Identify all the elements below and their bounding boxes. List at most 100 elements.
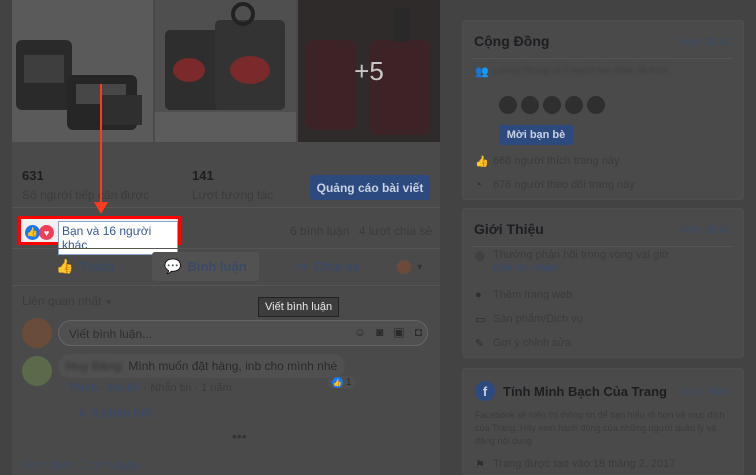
- like-badge-icon: 👍: [332, 377, 343, 388]
- about-divider: [473, 246, 733, 247]
- comment-button[interactable]: 💬 Bình luận: [152, 252, 259, 281]
- community-title: Cộng Đồng: [474, 33, 550, 49]
- friend-avatar[interactable]: [587, 96, 605, 114]
- engagement-label: Lượt tương tác: [192, 188, 274, 202]
- post-photo-3[interactable]: +5: [298, 0, 440, 142]
- reactions-bar: 👍 ♥ Bạn và 16 người khác 6 bình luận 4 l…: [12, 210, 440, 255]
- messenger-icon: ◎: [475, 250, 485, 262]
- comments-count-link[interactable]: 6 bình luận: [290, 224, 349, 238]
- view-more-comments-link[interactable]: Xem thêm 1 bình luận: [22, 458, 139, 472]
- category-row: ▭ Sản phẩm/Dịch vụ: [475, 313, 733, 326]
- user-avatar: [22, 318, 52, 348]
- transparency-card: f Tính Minh Bạch Của Trang Xem thêm Face…: [462, 368, 744, 475]
- add-website-link[interactable]: Thêm trang web: [493, 289, 572, 301]
- thumbs-up-icon: 👍: [475, 156, 489, 168]
- pencil-icon: ✎: [475, 338, 485, 350]
- share-button[interactable]: ↪ Chia sẻ: [296, 258, 360, 275]
- friend-avatar[interactable]: [521, 96, 539, 114]
- view-replies-link[interactable]: ↳ 3 phản hồi: [78, 406, 151, 420]
- page-likes-row: 👍 668 người thích trang này: [475, 155, 733, 168]
- comment-bubble: Huy Đăng Mình muốn đặt hàng, inb cho mìn…: [58, 354, 346, 378]
- comment-like-number: 1: [346, 377, 352, 388]
- comment-like-count[interactable]: 👍 1: [328, 376, 356, 389]
- website-row: ● Thêm trang web: [475, 289, 733, 301]
- engagement-stat: 141 Lượt tương tác: [192, 168, 273, 202]
- comment-placeholder: Viết bình luận...: [69, 327, 153, 341]
- comment-composer: Viết bình luận... ☺ ◙ ▣ ◘: [22, 318, 432, 348]
- commenter-name[interactable]: Huy Đăng: [66, 359, 122, 373]
- photo-grid: +5: [12, 0, 440, 142]
- page-follows-text[interactable]: 676 người theo dõi trang này: [493, 179, 635, 191]
- category-link[interactable]: Sản phẩm/Dịch vụ: [493, 313, 583, 325]
- response-row: ◎ Thường phản hồi trong vòng vài giờ Gửi…: [475, 249, 733, 274]
- comment-time[interactable]: 1 năm: [201, 382, 232, 394]
- reply-arrow-icon: ↳: [78, 406, 89, 420]
- suggest-edits-row: ✎ Gợi ý chỉnh sửa: [475, 337, 733, 350]
- friend-avatar[interactable]: [499, 96, 517, 114]
- globe-icon: ●: [475, 289, 482, 301]
- comment-message-link[interactable]: Nhắn tin: [150, 382, 191, 394]
- share-arrow-icon: ↪: [296, 258, 308, 274]
- share-label: Chia sẻ: [313, 259, 360, 274]
- like-reaction-icon: 👍: [25, 225, 40, 240]
- like-label: Thích: [79, 259, 115, 274]
- about-see-all-link[interactable]: Xem tất cả: [678, 224, 731, 236]
- comment-text: Mình muốn đặt hàng, inb cho mình nhé: [128, 359, 338, 373]
- friends-liked-row: 👥 Lương Nhung và 6 người bạn khác đã thí…: [475, 65, 733, 78]
- chevron-down-icon: ▼: [415, 262, 424, 272]
- comment-item: Huy Đăng Mình muốn đặt hàng, inb cho mìn…: [22, 354, 432, 414]
- sort-chevron-icon: ▼: [104, 298, 113, 307]
- post-card: +5 631 Số người tiếp cận được 141 Lượt t…: [12, 0, 440, 475]
- friend-avatar[interactable]: [565, 96, 583, 114]
- transparency-title: Tính Minh Bạch Của Trang: [503, 384, 667, 399]
- speech-bubble-icon: 💬: [164, 258, 182, 274]
- page-likes-text[interactable]: 668 người thích trang này: [493, 155, 620, 167]
- camera-icon[interactable]: ◙: [376, 325, 383, 339]
- love-reaction-icon: ♥: [39, 225, 54, 240]
- rss-icon: ◔: [475, 179, 482, 191]
- friends-liked-text: Lương Nhung và 6 người bạn khác đã thích: [493, 65, 669, 75]
- sort-label: Liên quan nhất: [22, 294, 102, 308]
- sticker-icon[interactable]: ◘: [415, 325, 422, 339]
- friend-avatars: [499, 96, 605, 114]
- comment-sort-dropdown[interactable]: Liên quan nhất ▼: [22, 294, 113, 308]
- page-follows-row: ◔ 676 người theo dõi trang này: [475, 179, 733, 191]
- community-card: Cộng Đồng Xem tất cả 👥 Lương Nhung và 6 …: [462, 20, 744, 200]
- more-options-icon[interactable]: •••: [232, 428, 247, 444]
- gif-icon[interactable]: ▣: [393, 325, 404, 339]
- like-button[interactable]: 👍 Thích: [56, 258, 114, 275]
- page-created-text: Trang được tạo vào 18 tháng 2, 2017: [493, 458, 676, 470]
- comment-like-link[interactable]: Thích: [68, 382, 97, 394]
- response-time-text: Thường phản hồi trong vòng vài giờ: [493, 249, 669, 261]
- post-actions: 👍 Thích 💬 Bình luận ↪ Chia sẻ ▼: [12, 248, 440, 286]
- people-icon: 👥: [475, 66, 489, 78]
- page-created-row: ⚑ Trang được tạo vào 18 tháng 2, 2017: [475, 458, 733, 471]
- transparency-see-more-link[interactable]: Xem thêm: [681, 386, 731, 398]
- emoji-icon[interactable]: ☺: [354, 325, 366, 339]
- commenter-avatar[interactable]: [22, 356, 52, 386]
- post-photo-1[interactable]: [12, 0, 153, 142]
- about-title: Giới Thiệu: [474, 221, 544, 237]
- about-card: Giới Thiệu Xem tất cả ◎ Thường phản hồi …: [462, 208, 744, 358]
- post-as-selector[interactable]: ▼: [397, 260, 424, 274]
- composer-tools: ☺ ◙ ▣ ◘: [354, 325, 422, 339]
- page-avatar-mini: [397, 260, 412, 274]
- comment-label: Bình luận: [187, 259, 247, 274]
- transparency-description: Facebook sẽ hiển thị thông tin để bạn hi…: [475, 410, 725, 446]
- comment-reply-link[interactable]: Trả lời: [107, 382, 141, 394]
- community-see-all-link[interactable]: Xem tất cả: [678, 36, 731, 48]
- more-photos-count[interactable]: +5: [298, 0, 440, 142]
- replies-label: 3 phản hồi: [91, 406, 152, 420]
- invite-friends-button[interactable]: Mời bạn bè: [499, 125, 573, 145]
- boost-post-button[interactable]: Quảng cáo bài viết: [310, 175, 430, 200]
- suggest-edits-link[interactable]: Gợi ý chỉnh sửa: [493, 337, 571, 349]
- engagement-value: 141: [192, 168, 214, 183]
- reaction-highlight-box: 👍 ♥ Bạn và 16 người khác: [18, 216, 181, 255]
- post-photo-2[interactable]: [155, 0, 296, 142]
- shares-count-link[interactable]: 4 lượt chia sẻ: [359, 224, 432, 238]
- engagement-counts: 6 bình luận 4 lượt chia sẻ: [284, 224, 432, 238]
- send-message-link[interactable]: Gửi tin nhắn: [493, 262, 558, 274]
- community-divider: [473, 58, 733, 59]
- friend-avatar[interactable]: [543, 96, 561, 114]
- post-insights: 631 Số người tiếp cận được 141 Lượt tươn…: [12, 142, 440, 208]
